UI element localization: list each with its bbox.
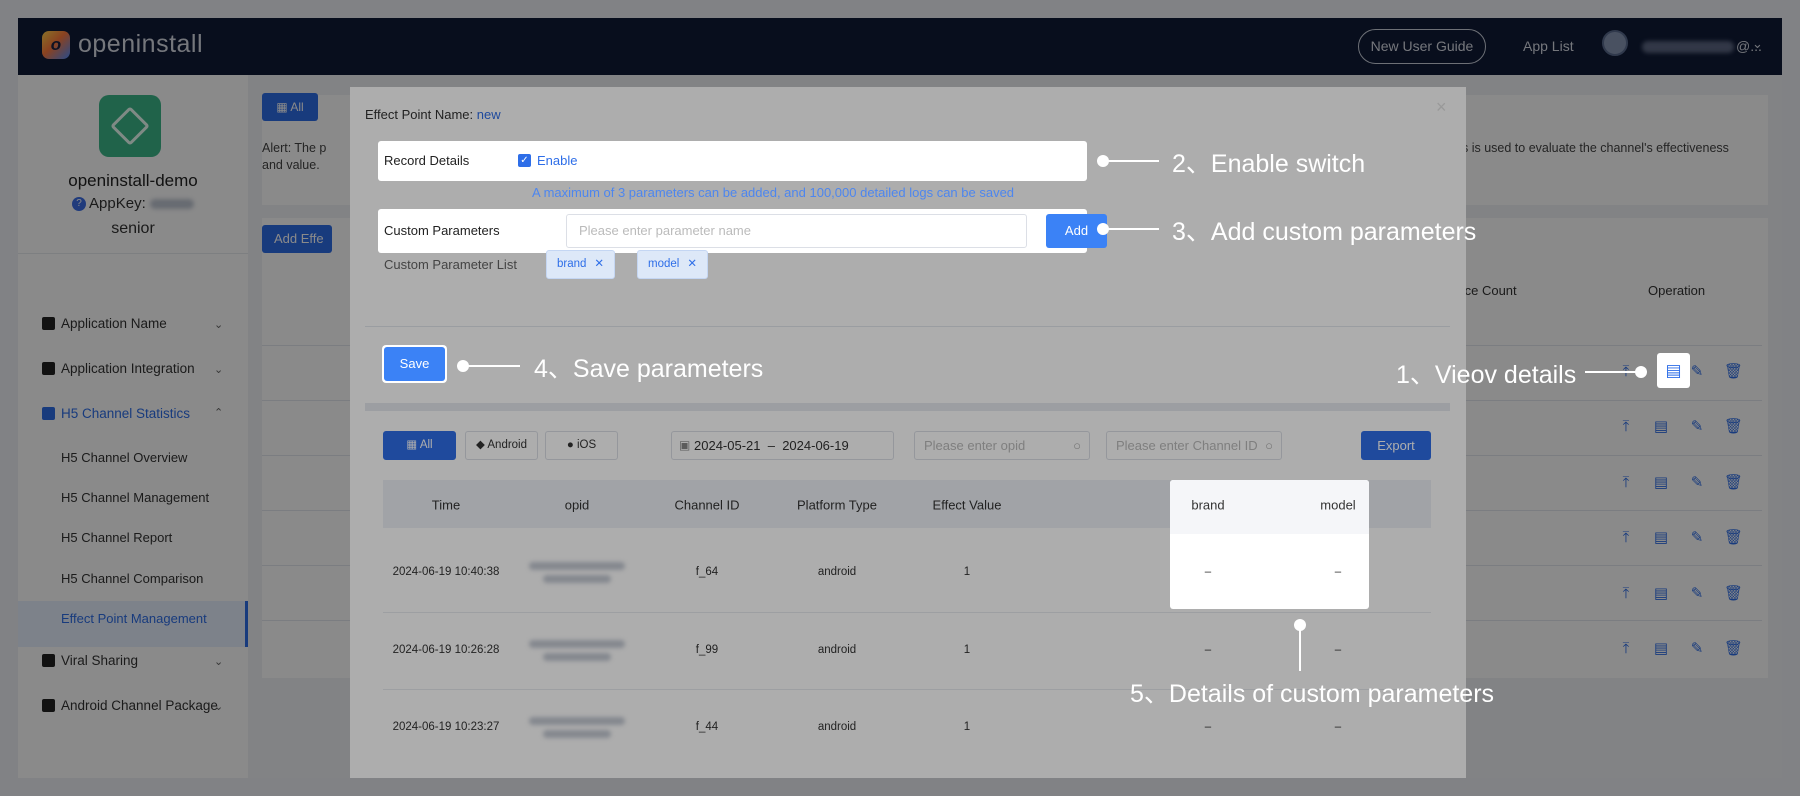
column-brand: brand — [1191, 497, 1225, 513]
parameter-list-label: Custom Parameter List — [384, 257, 517, 272]
param-tag-brand: brand ✕ — [546, 250, 616, 279]
close-icon[interactable]: ✕ — [687, 258, 697, 270]
tag-label: model — [648, 258, 680, 270]
custom-parameters-row: Custom Parameters Please enter parameter… — [378, 209, 1107, 253]
save-button[interactable]: Save — [384, 347, 445, 381]
annotation-enable-switch: 2、Enable switch — [1172, 150, 1366, 178]
annotation-add-custom-parameters: 3、Add custom parameters — [1172, 218, 1477, 246]
annotation-line — [463, 365, 520, 367]
record-details-label: Record Details — [384, 153, 470, 168]
parameter-name-input[interactable]: Please enter parameter name — [566, 214, 1027, 248]
annotation-line — [1299, 625, 1301, 671]
close-icon[interactable]: × — [1436, 97, 1447, 118]
annotation-save-parameters: 4、Save parameters — [534, 355, 764, 383]
custom-parameter-columns: brand model – – — [1170, 480, 1369, 609]
annotation-dot — [1635, 366, 1647, 378]
tag-label: brand — [557, 258, 587, 270]
enable-checkbox[interactable]: ✓ — [518, 154, 531, 167]
view-details-document-icon[interactable]: ▤ — [1657, 353, 1690, 388]
record-details-row: Record Details ✓ Enable — [378, 141, 1087, 181]
annotation-custom-parameter-details: 5、Details of custom parameters — [1130, 680, 1495, 708]
annotation-line — [1103, 228, 1159, 230]
enable-label[interactable]: Enable — [537, 153, 577, 168]
column-model: model — [1320, 497, 1356, 513]
custom-parameters-label: Custom Parameters — [384, 223, 500, 238]
annotation-line — [1103, 160, 1159, 162]
cell-model: – — [1334, 566, 1342, 578]
annotation-line — [1585, 371, 1641, 373]
cell-brand: – — [1204, 566, 1212, 578]
close-icon[interactable]: ✕ — [594, 258, 604, 270]
parameter-limit-hint: A maximum of 3 parameters can be added, … — [532, 185, 1015, 200]
save-highlight: Save — [382, 345, 447, 383]
param-tag-model: model ✕ — [637, 250, 708, 279]
annotation-view-details: 1、Vieov details — [1396, 361, 1577, 389]
